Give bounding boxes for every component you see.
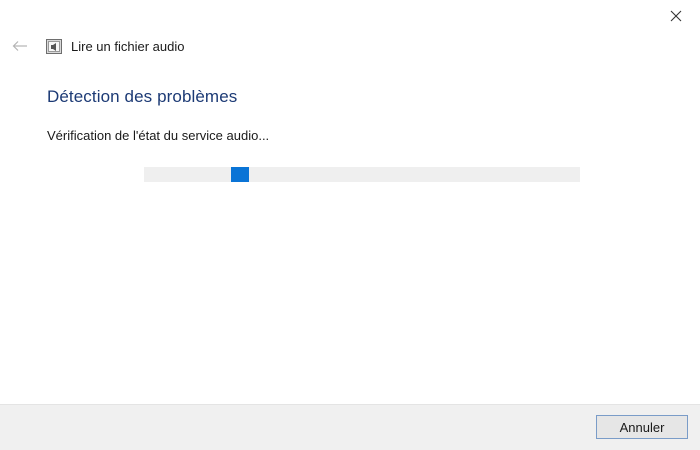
back-button[interactable] — [10, 36, 30, 56]
footer-bar: Annuler — [0, 404, 700, 450]
window-title: Lire un fichier audio — [71, 38, 185, 54]
back-arrow-icon — [12, 41, 27, 51]
window-header: Lire un fichier audio — [46, 37, 184, 55]
progress-bar — [144, 167, 580, 182]
progress-indicator — [231, 167, 249, 182]
close-icon — [670, 10, 682, 22]
page-title: Détection des problèmes — [47, 87, 238, 106]
cancel-button[interactable]: Annuler — [596, 415, 688, 439]
status-text: Vérification de l'état du service audio.… — [47, 128, 270, 143]
troubleshooter-window: Lire un fichier audio Détection des prob… — [0, 0, 700, 450]
audio-troubleshooter-icon — [46, 38, 62, 54]
close-button[interactable] — [664, 4, 688, 28]
